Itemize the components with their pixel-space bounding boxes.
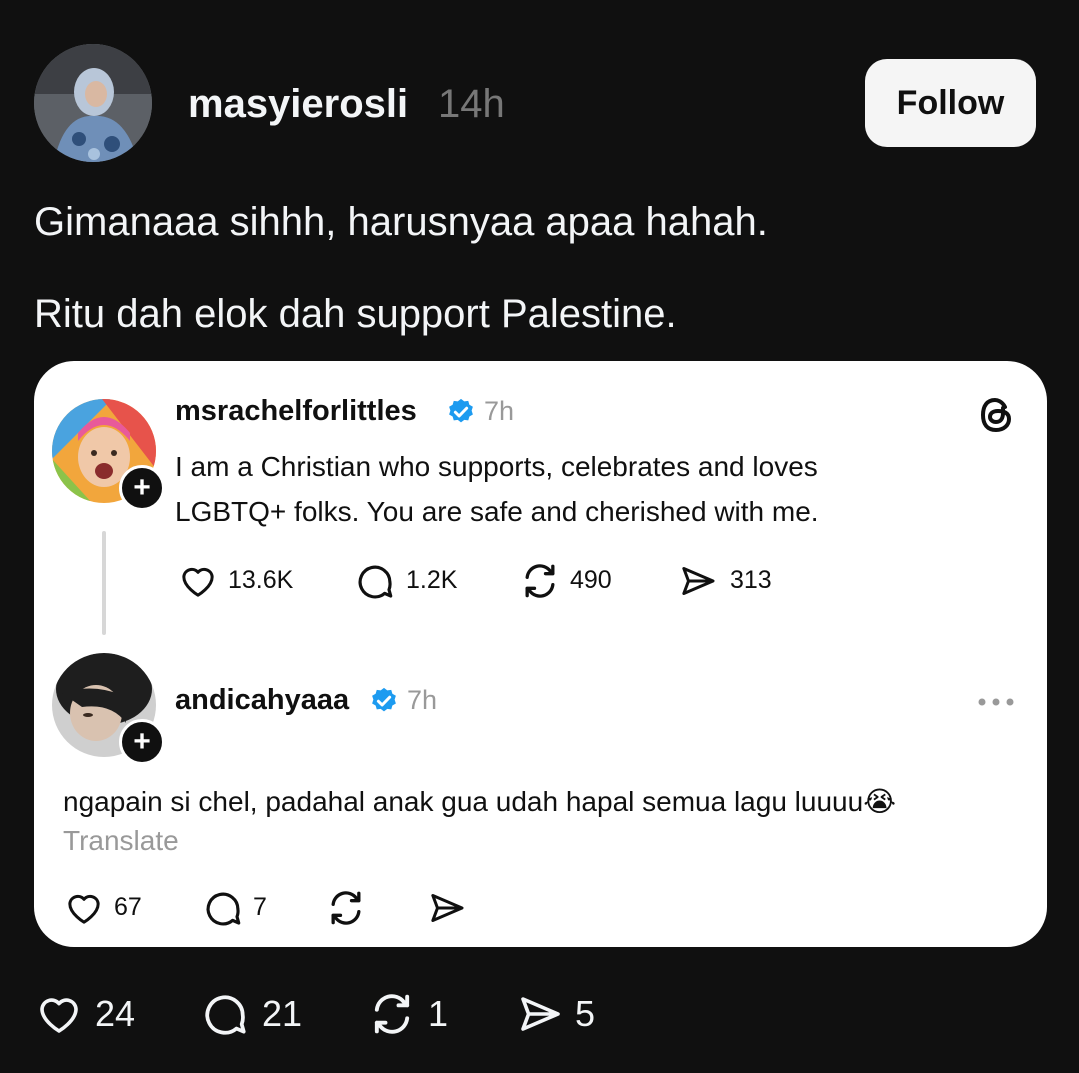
author-avatar[interactable] [34, 44, 152, 162]
thread-connector-line [102, 531, 106, 635]
share-count: 5 [575, 993, 596, 1034]
reply-icon[interactable] [200, 990, 250, 1040]
heart-icon-2[interactable] [63, 888, 105, 928]
quoted-1-like-count: 13.6K [228, 566, 294, 594]
quoted-text-2-body: ngapain si chel, padahal anak gua udah h… [63, 786, 864, 817]
post-text-line-1: Gimanaaa sihhh, harusnyaa apaa hahah. [34, 200, 768, 244]
quoted-1-reply-count: 1.2K [406, 566, 458, 594]
quoted-2-like-count: 67 [114, 893, 142, 921]
quoted-username-2[interactable]: andicahyaaa [175, 683, 349, 717]
comment-icon-2[interactable] [202, 888, 244, 930]
translate-link[interactable]: Translate [63, 824, 179, 858]
follow-button[interactable]: Follow [865, 59, 1036, 147]
heart-icon[interactable] [177, 561, 219, 601]
quoted-text-1-line-2: LGBTQ+ folks. You are safe and cherished… [175, 496, 819, 527]
repost-icon-main[interactable] [366, 988, 418, 1040]
quoted-time-2: 7h [407, 685, 438, 715]
verified-icon [449, 398, 473, 423]
quoted-2-reply-count: 7 [253, 893, 267, 921]
comment-icon[interactable] [354, 561, 396, 603]
threads-logo-icon [980, 397, 1012, 433]
quoted-1-share-count: 313 [730, 566, 772, 594]
quoted-time-1: 7h [484, 396, 515, 426]
post-text-line-2: Ritu dah elok dah support Palestine. [34, 292, 677, 336]
more-icon[interactable] [976, 695, 1016, 709]
crying-emoji: 😭 [863, 786, 896, 817]
reply-count: 21 [262, 993, 303, 1034]
quoted-text-1-line-1: I am a Christian who supports, celebrate… [175, 451, 818, 482]
repost-icon-2[interactable] [324, 886, 368, 930]
verified-icon-2 [372, 687, 396, 712]
repost-count: 1 [428, 993, 449, 1034]
author-username[interactable]: masyierosli [188, 80, 408, 128]
post-time: 14h [438, 82, 505, 126]
repost-icon[interactable] [518, 559, 562, 603]
quoted-text-2: ngapain si chel, padahal anak gua udah h… [63, 779, 896, 824]
like-count: 24 [95, 993, 136, 1034]
follow-plus-icon-2[interactable]: + [119, 719, 165, 765]
share-icon[interactable] [677, 561, 719, 601]
share-icon-main[interactable] [514, 990, 566, 1038]
follow-plus-icon[interactable]: + [119, 465, 165, 511]
like-icon[interactable] [34, 990, 84, 1038]
share-icon-2[interactable] [426, 888, 468, 928]
quoted-screenshot-card[interactable]: + msrachelforlittles 7h I am a Christian… [34, 361, 1047, 947]
quoted-username-1[interactable]: msrachelforlittles [175, 394, 417, 428]
quoted-1-repost-count: 490 [570, 566, 612, 594]
